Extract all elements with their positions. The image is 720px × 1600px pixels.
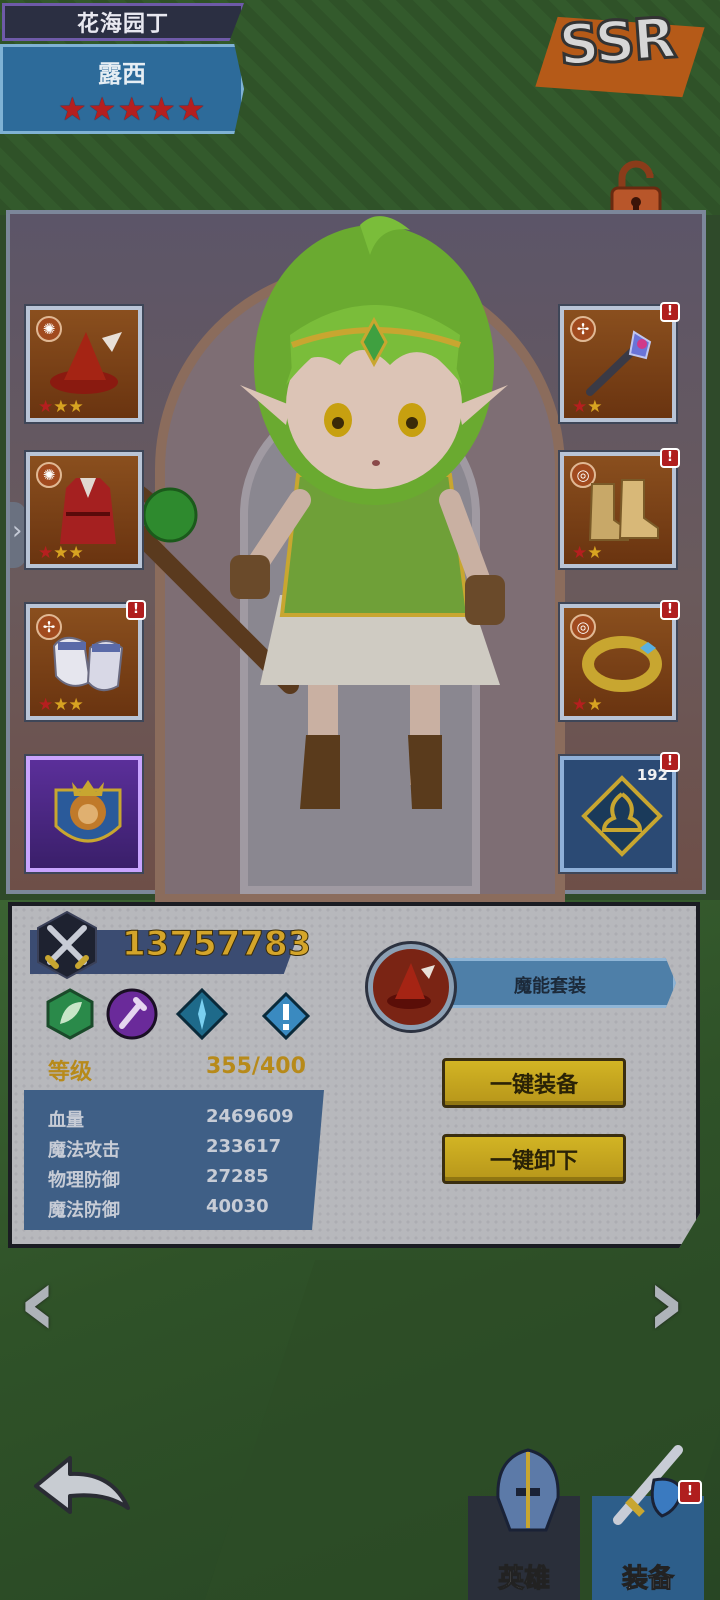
star-icon: ★: [87, 90, 117, 128]
stat-label-magic-defense: 魔法防御: [48, 1200, 120, 1221]
lion-emblem-icon: [54, 780, 122, 843]
level-value: 355/400: [206, 1054, 306, 1079]
wizard-hat-icon: [50, 332, 122, 394]
slot-star-rating: ★★★: [38, 543, 84, 563]
equip-slot-hat[interactable]: ✺ ★★★: [24, 304, 144, 424]
unequip-all-button[interactable]: 一键卸下: [442, 1134, 626, 1184]
tab-hero-label: 英雄: [497, 1564, 550, 1595]
equipment-set-label: 魔能套装: [514, 976, 586, 997]
stat-value-magic-defense: 40030: [206, 1196, 269, 1217]
nature-element-icon[interactable]: [44, 988, 96, 1040]
star-icon: ★: [176, 90, 206, 128]
stat-label-physical-defense: 物理防御: [48, 1170, 120, 1191]
back-arrow-icon[interactable]: [32, 1452, 132, 1516]
crossed-swords-icon: [37, 910, 97, 980]
slot-star-rating: ★★: [572, 397, 603, 417]
hero-title-tag: 花海园丁: [2, 3, 244, 41]
equip-all-button[interactable]: 一键装备: [442, 1058, 626, 1108]
equip-slot-ring[interactable]: ◎ ! ★★: [558, 600, 680, 722]
slot-star-rating: ★★★: [38, 695, 84, 715]
info-alert-icon[interactable]: [262, 992, 310, 1040]
hero-star-rating: ★ ★ ★ ★ ★: [58, 92, 205, 126]
alert-badge: !: [660, 302, 680, 322]
stat-value-physical-defense: 27285: [206, 1166, 269, 1187]
rarity-badge: SSR: [535, 4, 715, 100]
equip-slot-robe[interactable]: ✺ ★★★: [24, 450, 144, 570]
stat-label-magic-attack: 魔法攻击: [48, 1140, 120, 1161]
gloves-icon: [52, 636, 124, 692]
stat-value-magic-attack: 233617: [206, 1136, 282, 1157]
equip-slot-emblem[interactable]: [24, 754, 144, 874]
equip-slot-staff[interactable]: ✢ ! ★★: [558, 302, 680, 424]
tab-equipment-label: 装备: [621, 1564, 674, 1595]
boots-icon: [588, 479, 659, 541]
hero-name: 露西: [98, 60, 146, 88]
level-label: 等级: [48, 1060, 93, 1085]
staff-icon: [586, 330, 652, 396]
stat-value-hp: 2469609: [206, 1106, 294, 1127]
stat-label-hp: 血量: [48, 1110, 84, 1131]
next-hero-arrow[interactable]: ›: [646, 1254, 690, 1354]
alert-badge: !: [126, 600, 146, 620]
slot-star-rating: ★★: [572, 543, 603, 563]
tab-equipment[interactable]: ! 装备: [592, 1440, 704, 1600]
star-icon: ★: [117, 90, 147, 128]
alert-badge: !: [660, 600, 680, 620]
tab-hero[interactable]: 英雄: [468, 1440, 580, 1600]
rune-diamond-icon: [581, 775, 663, 857]
slot-star-rating: ★★★: [38, 397, 84, 417]
rarity-label: SSR: [555, 5, 678, 81]
mage-class-icon[interactable]: [106, 988, 158, 1040]
combat-power: 13757783: [121, 924, 312, 965]
star-icon: ★: [58, 90, 87, 128]
skill-rune-icon[interactable]: [176, 988, 228, 1040]
robe-icon: [60, 478, 116, 544]
knight-helmet-icon: [496, 1448, 560, 1532]
equip-slot-boots[interactable]: ◎ ! ★★: [558, 448, 680, 570]
slot-star-rating: ★★: [572, 695, 603, 715]
equip-slot-gloves[interactable]: ✢ ! ★★★: [24, 600, 146, 722]
hero-title: 花海园丁: [76, 12, 169, 37]
equipment-set-icon[interactable]: [365, 941, 457, 1033]
prev-hero-arrow[interactable]: ‹: [18, 1254, 62, 1354]
side-drawer-handle[interactable]: [10, 502, 26, 568]
star-icon: ★: [147, 90, 176, 128]
wizard-hat-icon: [387, 963, 435, 1009]
alert-badge: !: [660, 448, 680, 468]
ring-icon: [582, 636, 662, 692]
alert-badge: !: [678, 1480, 702, 1504]
equip-slot-rune[interactable]: ! 192: [558, 752, 680, 874]
